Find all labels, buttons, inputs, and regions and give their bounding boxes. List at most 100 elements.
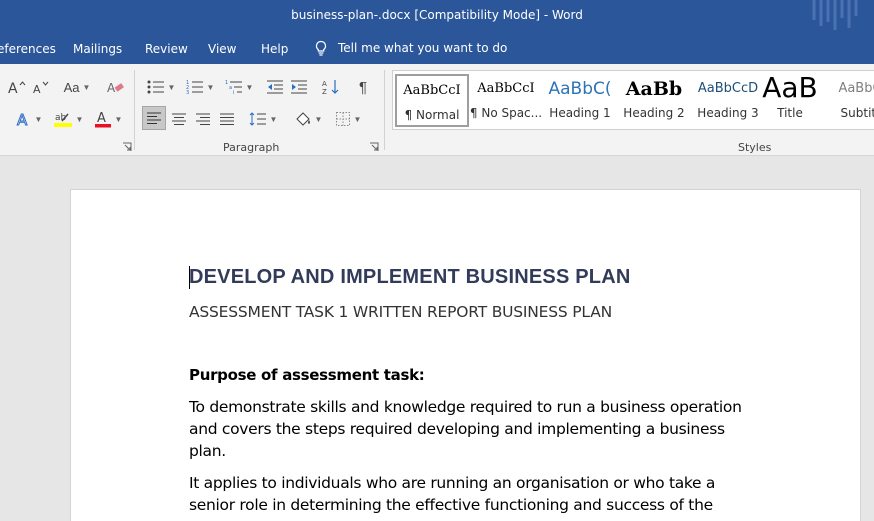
- style-name: ¶ Normal: [404, 108, 460, 122]
- svg-text:i: i: [233, 90, 234, 94]
- svg-text:A: A: [322, 80, 327, 88]
- svg-text:A: A: [33, 83, 41, 95]
- numbered-list-icon: 123: [186, 80, 203, 94]
- svg-text:A: A: [97, 111, 106, 126]
- lightbulb-icon: [315, 40, 327, 56]
- chevron-down-icon: ▼: [34, 114, 43, 124]
- svg-text:a: a: [229, 85, 232, 91]
- svg-text:Z: Z: [322, 88, 327, 95]
- style-subtitle[interactable]: AaBbC Subtitl: [823, 74, 874, 127]
- style-name: ¶ No Spac...: [469, 106, 543, 120]
- text-cursor: [189, 266, 190, 289]
- style-title[interactable]: AaB Title: [753, 74, 827, 127]
- chevron-down-icon: ▼: [114, 114, 123, 124]
- line-spacing-icon: [249, 112, 266, 126]
- font-color-icon: A: [94, 111, 111, 128]
- style-name: Heading 1: [549, 106, 611, 120]
- style-heading-2[interactable]: AaBb Heading 2: [617, 74, 691, 127]
- document-area: DEVELOP AND IMPLEMENT BUSINESS PLAN ASSE…: [0, 157, 874, 521]
- font-dialog-launcher-icon[interactable]: [122, 142, 132, 152]
- align-left-button[interactable]: [142, 106, 166, 130]
- style-no-spacing[interactable]: AaBbCcI ¶ No Spac...: [469, 74, 543, 127]
- justify-icon: [220, 113, 234, 125]
- purpose-label[interactable]: Purpose of assessment task:: [189, 366, 425, 384]
- multilevel-list-icon: 1ai: [225, 80, 242, 94]
- font-color-button[interactable]: A ▼: [90, 108, 126, 130]
- bullets-button[interactable]: ▼: [144, 76, 178, 98]
- align-right-button[interactable]: [192, 108, 214, 130]
- document-subheading[interactable]: ASSESSMENT TASK 1 WRITTEN REPORT BUSINES…: [189, 303, 612, 321]
- document-heading[interactable]: DEVELOP AND IMPLEMENT BUSINESS PLAN: [189, 266, 631, 289]
- ribbon-tabs: eferences Mailings Review View Help Tell…: [0, 34, 874, 64]
- window-title: business-plan-.docx [Compatibility Mode]…: [291, 8, 583, 22]
- paragraph-group-label: Paragraph: [223, 141, 280, 154]
- align-center-button[interactable]: [168, 108, 190, 130]
- document-paragraph[interactable]: It applies to individuals who are runnin…: [189, 472, 749, 516]
- style-name: Title: [777, 106, 803, 120]
- tab-view[interactable]: View: [208, 42, 236, 56]
- grow-font-icon: A: [8, 81, 26, 95]
- shrink-font-button[interactable]: A: [30, 76, 52, 98]
- align-left-icon: [147, 112, 161, 124]
- numbering-button[interactable]: 123 ▼: [183, 76, 217, 98]
- document-paragraph[interactable]: To demonstrate skills and knowledge requ…: [189, 396, 749, 462]
- tab-review[interactable]: Review: [145, 42, 188, 56]
- tab-mailings[interactable]: Mailings: [73, 42, 122, 56]
- chevron-down-icon: ▼: [167, 82, 176, 92]
- align-right-icon: [196, 113, 210, 125]
- show-formatting-marks-button[interactable]: ¶: [352, 76, 374, 98]
- group-separator: [384, 70, 385, 150]
- clear-formatting-button[interactable]: A: [104, 76, 128, 98]
- style-name: Subtitl: [840, 106, 874, 120]
- highlighter-icon: ab: [53, 113, 72, 127]
- align-center-icon: [172, 113, 186, 125]
- pilcrow-icon: ¶: [358, 78, 368, 96]
- style-heading-1[interactable]: AaBbC( Heading 1: [543, 74, 617, 127]
- svg-text:A: A: [8, 81, 18, 95]
- chevron-down-icon: ▼: [245, 82, 254, 92]
- change-case-button[interactable]: Aa ▼: [60, 76, 94, 98]
- chevron-down-icon: ▼: [82, 82, 91, 92]
- bullet-list-icon: [147, 80, 164, 94]
- tab-references[interactable]: eferences: [0, 42, 56, 56]
- highlight-color-button[interactable]: ab ▼: [50, 108, 86, 130]
- style-preview: AaBbC: [838, 81, 874, 96]
- svg-text:1: 1: [225, 80, 228, 86]
- paragraph-dialog-launcher-icon[interactable]: [369, 142, 379, 152]
- chevron-down-icon: ▼: [353, 114, 362, 124]
- multilevel-list-button[interactable]: 1ai ▼: [222, 76, 256, 98]
- borders-button[interactable]: ▼: [330, 108, 366, 130]
- chevron-down-icon: ▼: [75, 114, 84, 124]
- eraser-icon: A: [107, 81, 124, 95]
- style-normal[interactable]: AaBbCcI ¶ Normal: [395, 74, 469, 127]
- style-name: Heading 2: [623, 106, 685, 120]
- style-preview: AaBbC(: [548, 79, 612, 99]
- sort-button[interactable]: AZ: [320, 76, 342, 98]
- text-effects-icon: A: [16, 111, 28, 127]
- title-bar: business-plan-.docx [Compatibility Mode]…: [0, 0, 874, 34]
- style-preview: AaB: [762, 74, 818, 104]
- paint-bucket-icon: [295, 112, 310, 126]
- text-effects-button[interactable]: A ▼: [12, 108, 46, 130]
- shrink-font-icon: A: [33, 81, 49, 95]
- tell-me-label: Tell me what you want to do: [338, 41, 508, 55]
- grow-font-button[interactable]: A: [6, 76, 28, 98]
- increase-indent-button[interactable]: [288, 76, 310, 98]
- line-spacing-button[interactable]: ▼: [246, 108, 280, 130]
- tell-me-search[interactable]: Tell me what you want to do: [314, 40, 507, 56]
- document-page[interactable]: DEVELOP AND IMPLEMENT BUSINESS PLAN ASSE…: [70, 189, 861, 521]
- chevron-down-icon: ▼: [269, 114, 278, 124]
- svg-text:A: A: [107, 81, 116, 95]
- tab-help[interactable]: Help: [261, 42, 288, 56]
- chevron-down-icon: ▼: [206, 82, 215, 92]
- group-separator: [134, 70, 135, 150]
- decrease-indent-button[interactable]: [264, 76, 286, 98]
- change-case-label: Aa: [63, 79, 80, 95]
- sort-icon: AZ: [322, 80, 339, 95]
- borders-icon: [335, 112, 350, 126]
- shading-button[interactable]: ▼: [290, 108, 326, 130]
- justify-button[interactable]: [216, 108, 238, 130]
- increase-indent-icon: [291, 80, 307, 94]
- chevron-down-icon: ▼: [314, 114, 323, 124]
- styles-group-label: Styles: [738, 141, 772, 154]
